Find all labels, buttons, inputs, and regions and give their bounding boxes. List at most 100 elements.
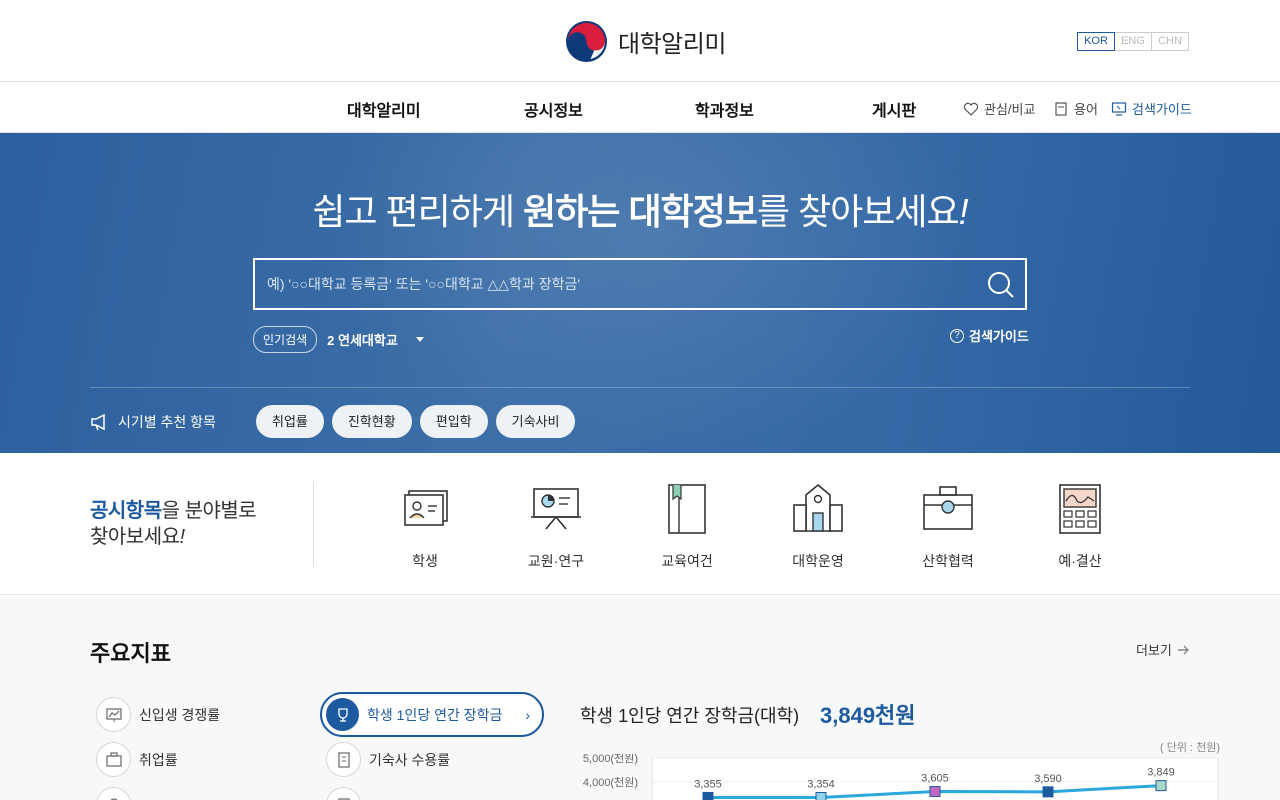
chart-unit: ( 단위 : 천원)	[1160, 742, 1221, 754]
popular-search-label: 인기검색	[253, 326, 318, 353]
chevron-right-icon: ›	[525, 707, 530, 723]
category-title-end: !	[179, 526, 186, 548]
more-link[interactable]: 더보기	[1136, 640, 1190, 659]
y-tick-label: 5,000(천원)	[583, 754, 638, 765]
key-indicators-title: 주요지표	[90, 641, 171, 666]
category-divider	[313, 481, 314, 567]
data-label: 3,354	[807, 779, 835, 791]
data-point	[929, 785, 941, 797]
recommend-label-text: 시기별 추천 항목	[118, 413, 216, 430]
category-industry-label: 산학협력	[922, 553, 974, 569]
presentation-icon	[531, 488, 581, 530]
indicator-employment[interactable]: 취업률	[96, 742, 178, 777]
scholarship-line-chart: 5,000(천원) 4,000(천원) 3,355 3,354 3,605 3,590 3,…	[583, 754, 1219, 800]
category-budget-label: 예·결산	[1058, 553, 1102, 569]
category-title-rest2: 찾아보세요	[90, 526, 180, 548]
util-glossary[interactable]: 용어	[1053, 99, 1098, 118]
category-management[interactable]: 대학운영	[773, 481, 863, 571]
nav-department[interactable]: 학과정보	[695, 97, 754, 121]
category-section: 공시항목을 분야별로 찾아보세요! 학생 교원·연구 교육여건 대학운영 산학협…	[0, 453, 1280, 595]
indicator-partial-2[interactable]	[326, 787, 361, 800]
category-student[interactable]: 학생	[380, 481, 470, 571]
search-box	[253, 258, 1027, 310]
category-title-rest1: 을 분야별로	[161, 500, 257, 522]
logo[interactable]: 대학알리미	[565, 20, 726, 63]
lang-chn[interactable]: CHN	[1151, 32, 1189, 51]
data-label: 3,605	[921, 772, 949, 784]
recommend-bar: 시기별 추천 항목 취업률 진학현황 편입학 기숙사비	[90, 405, 583, 438]
taegeuk-logo-icon	[565, 20, 608, 63]
data-point	[702, 791, 714, 800]
book-icon	[668, 484, 706, 534]
indicator-competition-label: 신입생 경쟁률	[139, 706, 221, 723]
indicator-partial-1[interactable]	[96, 787, 131, 800]
recommend-label: 시기별 추천 항목	[90, 412, 256, 432]
category-environment-label: 교육여건	[661, 553, 713, 569]
category-management-label: 대학운영	[792, 553, 844, 569]
nav-daehakalimi[interactable]: 대학알리미	[347, 97, 421, 121]
indicator-scholarship[interactable]: 학생 1인당 연간 장학금 ›	[320, 692, 544, 737]
data-label: 3,355	[694, 778, 722, 790]
data-point	[815, 792, 827, 800]
category-faculty-label: 교원·연구	[527, 553, 585, 569]
popular-search: 인기검색 2 연세대학교	[253, 326, 424, 353]
chart-headline-value: 3,849천원	[820, 703, 916, 728]
person-icon	[96, 787, 131, 800]
data-label: 3,590	[1034, 773, 1062, 785]
category-environment[interactable]: 교육여건	[642, 481, 732, 571]
chart-title: 학생 1인당 연간 장학금(대학)	[580, 706, 800, 726]
indicator-dormitory[interactable]: 기숙사 수용률	[326, 742, 450, 777]
arrow-right-icon	[1177, 645, 1189, 654]
nav-gongsi[interactable]: 공시정보	[524, 97, 583, 121]
briefcase-icon	[923, 486, 973, 530]
nav-board[interactable]: 게시판	[872, 97, 916, 121]
lang-eng[interactable]: ENG	[1114, 32, 1152, 51]
hero-title-bold2: 대학정보	[628, 191, 757, 232]
hero-search-section: 쉽고 편리하게 원하는 대학정보를 찾아보세요! 인기검색 2 연세대학교 ? …	[0, 133, 1280, 453]
more-link-label: 더보기	[1136, 643, 1172, 658]
util-compare[interactable]: 관심/비교	[963, 99, 1035, 118]
main-nav: 대학알리미 공시정보 학과정보 게시판 관심/비교 용어 검색가이드	[0, 83, 1280, 133]
hero-divider	[90, 387, 1190, 388]
category-faculty[interactable]: 교원·연구	[511, 481, 601, 571]
y-tick-label: 4,000(천원)	[583, 775, 638, 789]
briefcase-icon	[96, 742, 131, 777]
chip-advancement[interactable]: 진학현황	[331, 405, 412, 438]
search-icon[interactable]	[985, 269, 1017, 301]
util-search-guide[interactable]: 검색가이드	[1111, 99, 1192, 118]
data-label: 3,849	[1147, 767, 1175, 779]
util-search-guide-label: 검색가이드	[1132, 102, 1192, 117]
category-title: 공시항목을 분야별로 찾아보세요!	[90, 498, 257, 550]
util-compare-label: 관심/비교	[984, 102, 1036, 117]
hero-search-guide[interactable]: ? 검색가이드	[950, 326, 1029, 345]
indicator-dormitory-label: 기숙사 수용률	[369, 751, 451, 768]
hero-title-end: !	[958, 191, 969, 232]
question-icon: ?	[950, 328, 964, 343]
school-building-icon	[793, 483, 843, 532]
search-input[interactable]	[267, 260, 967, 308]
hero-title-post: 를 찾아보세요	[756, 191, 960, 232]
popular-search-value[interactable]: 2 연세대학교	[327, 330, 398, 349]
chip-dorm-fee[interactable]: 기숙사비	[495, 405, 576, 438]
calculator-icon	[1059, 484, 1101, 534]
indicator-scholarship-label: 학생 1인당 연간 장학금	[367, 706, 503, 723]
book-icon	[1055, 101, 1067, 116]
chip-employment[interactable]: 취업률	[256, 405, 324, 438]
data-point	[1042, 786, 1054, 798]
monitor-icon	[1111, 101, 1127, 116]
trophy-icon	[326, 698, 359, 731]
megaphone-icon	[91, 413, 105, 430]
heart-icon	[963, 102, 979, 116]
language-switcher: KOR ENG CHN	[1077, 32, 1189, 51]
category-budget[interactable]: 예·결산	[1035, 481, 1125, 571]
hero-title-bold1: 원하는	[523, 191, 620, 232]
chart-icon	[96, 697, 131, 732]
student-card-icon	[404, 490, 448, 526]
chevron-down-icon[interactable]	[415, 337, 424, 342]
lang-kor[interactable]: KOR	[1077, 32, 1115, 51]
category-industry[interactable]: 산학협력	[903, 481, 993, 571]
indicator-competition[interactable]: 신입생 경쟁률	[96, 697, 220, 732]
hero-title-pre: 쉽고 편리하게	[312, 191, 524, 232]
category-title-highlight: 공시항목	[90, 500, 162, 522]
chip-transfer[interactable]: 편입학	[419, 405, 488, 438]
